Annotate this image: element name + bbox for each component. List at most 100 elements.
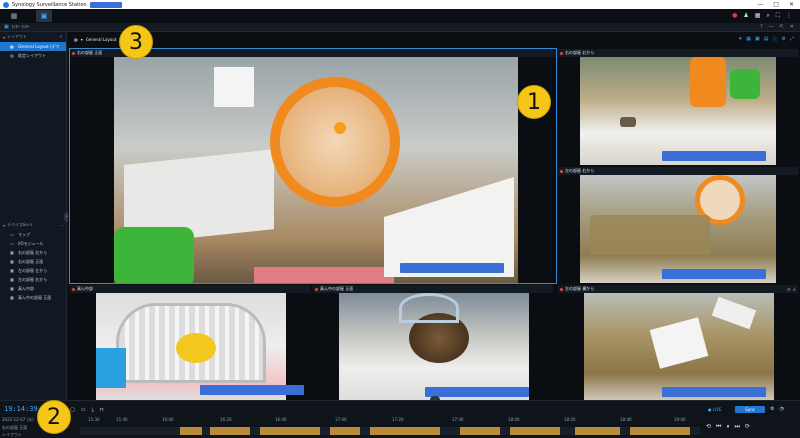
redacted-overlay (662, 269, 766, 279)
filter-icon[interactable]: ⋯ (60, 223, 64, 228)
camera-name: 左の部屋 横から (565, 286, 595, 291)
tick-label: 16:40 (275, 417, 287, 422)
sidebar-item-camera[interactable]: ■ 右の部屋 正面 (0, 257, 67, 266)
recording-indicator-icon (560, 51, 563, 55)
maximize-button[interactable]: □ (773, 1, 779, 8)
add-layout-icon[interactable]: ＋ (59, 34, 63, 40)
minimize-button[interactable]: — (757, 1, 763, 8)
layout-icon: ▦ (10, 44, 14, 49)
camera-tile[interactable]: 真ん中部 (70, 285, 310, 400)
camera-tile[interactable]: 左の部屋 横から ⚙ ✕ (558, 285, 798, 400)
close-icon[interactable]: ✕ (793, 287, 796, 292)
window-icon[interactable]: ▭ (81, 407, 86, 413)
app-toolbar: ▦ ▣ ● ♟ ▦ ⌕ ⛶ ⋮ (0, 9, 800, 23)
tick-label: 17:20 (392, 417, 404, 422)
camera-tile[interactable]: 右の部屋 右から (558, 49, 798, 165)
timeline-track[interactable] (80, 427, 700, 435)
camera-video (558, 293, 798, 400)
tick-label: 19:00 (674, 417, 686, 422)
close-button[interactable]: ✕ (789, 1, 794, 8)
redacted-overlay (662, 387, 766, 397)
sidebar-item-camera[interactable]: ■ 真ん中の部屋 正面 (0, 293, 67, 302)
pause-icon[interactable]: ⏸ (726, 423, 729, 431)
current-date: 2022-12-07 (水) (2, 417, 34, 422)
window-titlebar: Synology Surveillance Station — □ ✕ (0, 0, 800, 9)
info-icon[interactable]: ⓘ (772, 36, 777, 43)
camera-tile[interactable]: 真ん中の部屋 正面 (313, 285, 553, 400)
callout-3: 3 (119, 25, 153, 59)
monitor-center-small-icon: ▣ (4, 24, 9, 30)
camera-video (558, 57, 798, 165)
grid-icon[interactable]: ▦ (746, 36, 751, 43)
settings-icon[interactable]: ⚙ (782, 36, 786, 43)
redacted-overlay (425, 387, 529, 397)
sidebar-item-camera[interactable]: ■ 左の部屋 左から (0, 266, 67, 275)
camera-icon: ■ (10, 286, 14, 291)
camera-icon: ■ (10, 295, 14, 300)
sync-button[interactable]: Sync (735, 406, 765, 413)
search-icon[interactable]: ⌕ (766, 12, 769, 20)
minimize-panel-button[interactable]: — (769, 24, 774, 30)
user-icon[interactable]: ♟ (743, 12, 748, 20)
monitor-center-title: ﾓﾆﾀｰ･ｾﾝﾀｰ (11, 24, 30, 29)
forward-icon[interactable]: ⟳ (745, 423, 750, 431)
speed-icon[interactable]: ◔ (779, 406, 783, 412)
bookmark-icon[interactable]: ⊓ (100, 407, 104, 413)
camera-tile-main[interactable]: 右の部屋 正面 (69, 48, 557, 284)
grid-icon[interactable]: ▦ (755, 12, 761, 20)
io-module-icon: ▭ (10, 241, 14, 246)
recording-indicator-icon (72, 287, 75, 291)
sidebar-item-default-layout[interactable]: ▦ 既定レイアウト (0, 51, 66, 60)
sidebar-item-general-layout[interactable]: ▦ General Layout (デフ (0, 42, 66, 51)
settings-icon[interactable]: ⚙ (787, 287, 791, 292)
redacted-overlay (200, 385, 304, 395)
layout-switch-icon[interactable]: ▣ (755, 36, 760, 43)
camera-video (313, 293, 553, 400)
sidebar-item-camera[interactable]: ■ 右の部屋 右から (0, 248, 67, 257)
device-section-header[interactable]: ▾ デバイス&ﾙｰﾙ ⋯ (0, 220, 67, 230)
sidebar-item-camera[interactable]: ■ 左の部屋 右から (0, 275, 67, 284)
recording-indicator-icon (315, 287, 318, 291)
help-button[interactable]: ? (760, 24, 763, 30)
tick-label: 18:40 (620, 417, 632, 422)
layout-section-header[interactable]: ▾ レイアウト ＋ (0, 32, 66, 42)
chevron-down-icon[interactable]: ▾ (81, 37, 83, 42)
step-back-icon[interactable]: ⏮ (716, 423, 721, 431)
layout-icon: ▦ (10, 53, 14, 58)
camera-icon: ■ (10, 268, 14, 273)
chevron-down-icon: ▾ (3, 34, 6, 40)
tick-label: 18:20 (564, 417, 576, 422)
layout-toolbar: ▦ ▾ General Layout ✦ ▦ ▣ ▤ ⓘ ⚙ ⤢ (68, 32, 800, 47)
notification-icon[interactable]: ● (732, 12, 737, 20)
timeline-camera-name: 右の部屋 正面 (2, 425, 28, 430)
fullscreen-icon[interactable]: ⤢ (790, 36, 794, 43)
close-panel-button[interactable]: ✕ (790, 24, 794, 30)
rewind-icon[interactable]: ⟲ (706, 423, 711, 431)
apps-icon[interactable]: ▦ (6, 10, 22, 22)
layout-name[interactable]: General Layout (86, 37, 117, 42)
tick-label: 15:30 (88, 417, 100, 422)
camera-icon: ■ (10, 250, 14, 255)
live-indicator[interactable]: ● LIVE (708, 407, 721, 412)
sidebar-item-io-module[interactable]: ▭ I/Oモジュール (0, 239, 67, 248)
camera-video (70, 293, 310, 400)
calendar-icon[interactable]: ▢ (70, 407, 75, 413)
snapshot-icon[interactable]: ▤ (764, 36, 769, 43)
popout-button[interactable]: ⇱ (780, 24, 784, 30)
fullscreen-icon[interactable]: ⛶ (776, 12, 780, 20)
monitor-center-icon[interactable]: ▣ (36, 10, 52, 22)
app-logo-icon (3, 1, 9, 8)
timeline-layout-name: レイアウト (2, 432, 22, 437)
settings-icon[interactable]: ⚙ (770, 406, 774, 412)
step-forward-icon[interactable]: ⏭ (734, 423, 739, 431)
sidebar-item-camera[interactable]: ■ 真ん中部 (0, 284, 67, 293)
export-icon[interactable]: ⤓ (91, 407, 93, 413)
star-icon[interactable]: ✦ (738, 36, 742, 43)
camera-tile[interactable]: 左の部屋 右から (558, 167, 798, 283)
tick-label: 16:20 (220, 417, 232, 422)
callout-1: 1 (517, 85, 551, 119)
sidebar-item-map[interactable]: ▭ マップ (0, 230, 67, 239)
more-icon[interactable]: ⋮ (786, 12, 792, 20)
recording-indicator-icon (72, 51, 75, 55)
live-view-area: ▦ ▾ General Layout ✦ ▦ ▣ ▤ ⓘ ⚙ ⤢ 右の部屋 正面 (68, 32, 800, 400)
